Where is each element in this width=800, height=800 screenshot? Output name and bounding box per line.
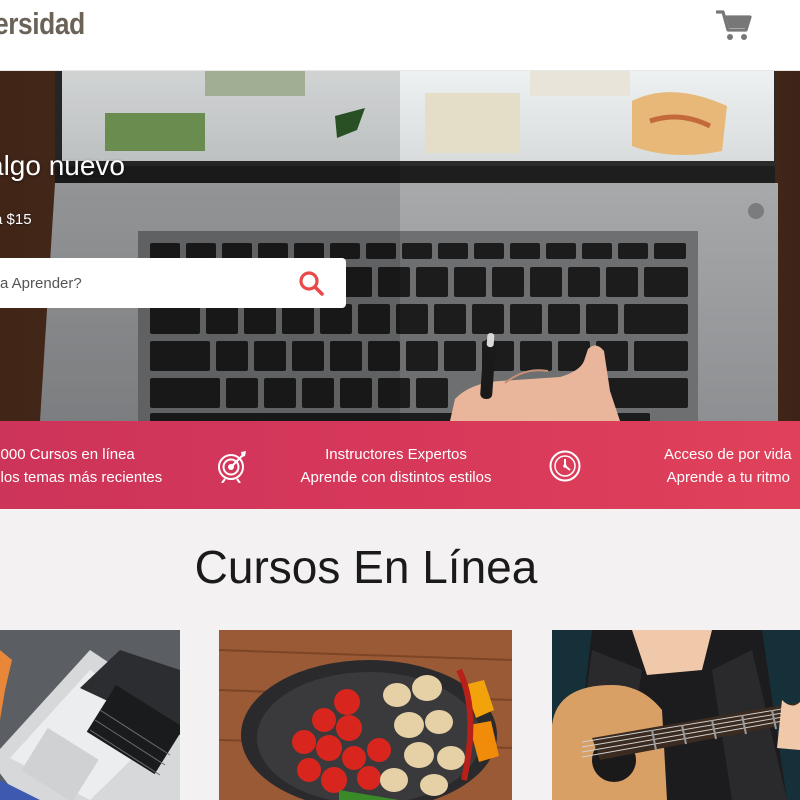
- clock-icon: [549, 450, 581, 482]
- feature-courses-title: 0,000 Cursos en línea: [0, 446, 135, 463]
- course-card-image-laptop[interactable]: [0, 630, 180, 800]
- feature-instructors-title: Instructores Expertos: [325, 446, 467, 463]
- course-card-image-cooking[interactable]: [219, 630, 512, 800]
- search-icon[interactable]: [298, 270, 324, 296]
- course-card-image-guitar[interactable]: [552, 630, 800, 800]
- search-box: [0, 258, 346, 308]
- search-input[interactable]: [0, 258, 290, 308]
- hero-banner: algo nuevo a $15: [0, 71, 800, 421]
- hero-subtitle: a $15: [0, 211, 32, 228]
- feature-access-title: Acceso de por vida: [664, 446, 792, 463]
- hero-laptop-image: [0, 71, 800, 421]
- site-logo[interactable]: ersidad: [0, 6, 85, 42]
- cart-icon[interactable]: [716, 8, 752, 42]
- feature-instructors: Instructores Expertos Aprende con distin…: [300, 443, 492, 489]
- feature-courses: 0,000 Cursos en línea a los temas más re…: [0, 443, 162, 489]
- features-bar: 0,000 Cursos en línea a los temas más re…: [0, 421, 800, 509]
- feature-access-text: Aprende a tu ritmo: [666, 469, 790, 486]
- courses-section-title: Cursos En Línea: [194, 541, 538, 593]
- target-icon: [218, 451, 246, 483]
- site-header: ersidad: [0, 0, 800, 71]
- hero-title: algo nuevo: [0, 150, 126, 181]
- feature-access: Acceso de por vida Aprende a tu ritmo: [664, 443, 792, 489]
- feature-instructors-text: Aprende con distintos estilos: [300, 469, 492, 486]
- feature-courses-text: a los temas más recientes: [0, 469, 163, 486]
